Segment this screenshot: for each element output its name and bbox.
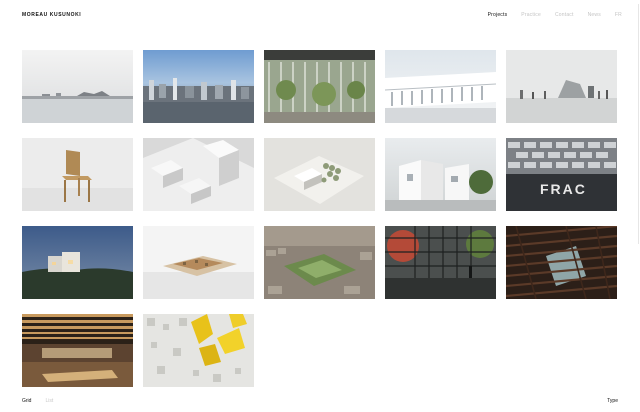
project-thumbnail [143, 50, 254, 123]
project-thumbnail [143, 226, 254, 299]
project-thumbnail [264, 226, 375, 299]
project-tile-13[interactable] [264, 226, 375, 299]
project-thumbnail [22, 314, 133, 387]
project-thumbnail [22, 50, 133, 123]
project-thumbnail [143, 138, 254, 211]
project-tile-1[interactable] [22, 50, 133, 123]
view-switcher: Grid List [22, 398, 53, 404]
project-tile-11[interactable] [22, 226, 133, 299]
project-tile-6[interactable] [22, 138, 133, 211]
view-list-button[interactable]: List [45, 398, 53, 404]
project-tile-2[interactable] [143, 50, 254, 123]
project-thumbnail [506, 50, 617, 123]
project-thumbnail [385, 226, 496, 299]
nav-item-practice[interactable]: Practice [521, 12, 541, 18]
project-tile-3[interactable] [264, 50, 375, 123]
project-thumbnail [264, 50, 375, 123]
main-nav: Projects Practice Contact News FR [488, 12, 622, 18]
scrollbar[interactable] [638, 4, 639, 244]
project-tile-7[interactable] [143, 138, 254, 211]
project-tile-5[interactable] [506, 50, 617, 123]
project-tile-4[interactable] [385, 50, 496, 123]
project-thumbnail [264, 138, 375, 211]
project-thumbnail: FRAC [506, 138, 617, 211]
project-tile-10[interactable]: FRAC [506, 138, 617, 211]
project-thumbnail [506, 226, 617, 299]
nav-item-language[interactable]: FR [615, 12, 622, 18]
project-grid: FRAC [22, 50, 617, 387]
project-tile-17[interactable] [143, 314, 254, 387]
project-tile-12[interactable] [143, 226, 254, 299]
project-thumbnail [385, 50, 496, 123]
project-tile-16[interactable] [22, 314, 133, 387]
project-thumbnail [143, 314, 254, 387]
brand-logo[interactable]: MOREAU KUSUNOKI [22, 12, 81, 18]
nav-item-contact[interactable]: Contact [555, 12, 574, 18]
project-thumbnail [385, 138, 496, 211]
project-tile-9[interactable] [385, 138, 496, 211]
sort-type-button[interactable]: Type [607, 398, 618, 404]
project-thumbnail [22, 138, 133, 211]
project-tile-14[interactable] [385, 226, 496, 299]
project-thumbnail [22, 226, 133, 299]
frac-sign-text: FRAC [540, 181, 587, 197]
project-tile-15[interactable] [506, 226, 617, 299]
nav-item-news[interactable]: News [588, 12, 601, 18]
view-grid-button[interactable]: Grid [22, 398, 31, 404]
project-tile-8[interactable] [264, 138, 375, 211]
nav-item-projects[interactable]: Projects [488, 12, 508, 18]
